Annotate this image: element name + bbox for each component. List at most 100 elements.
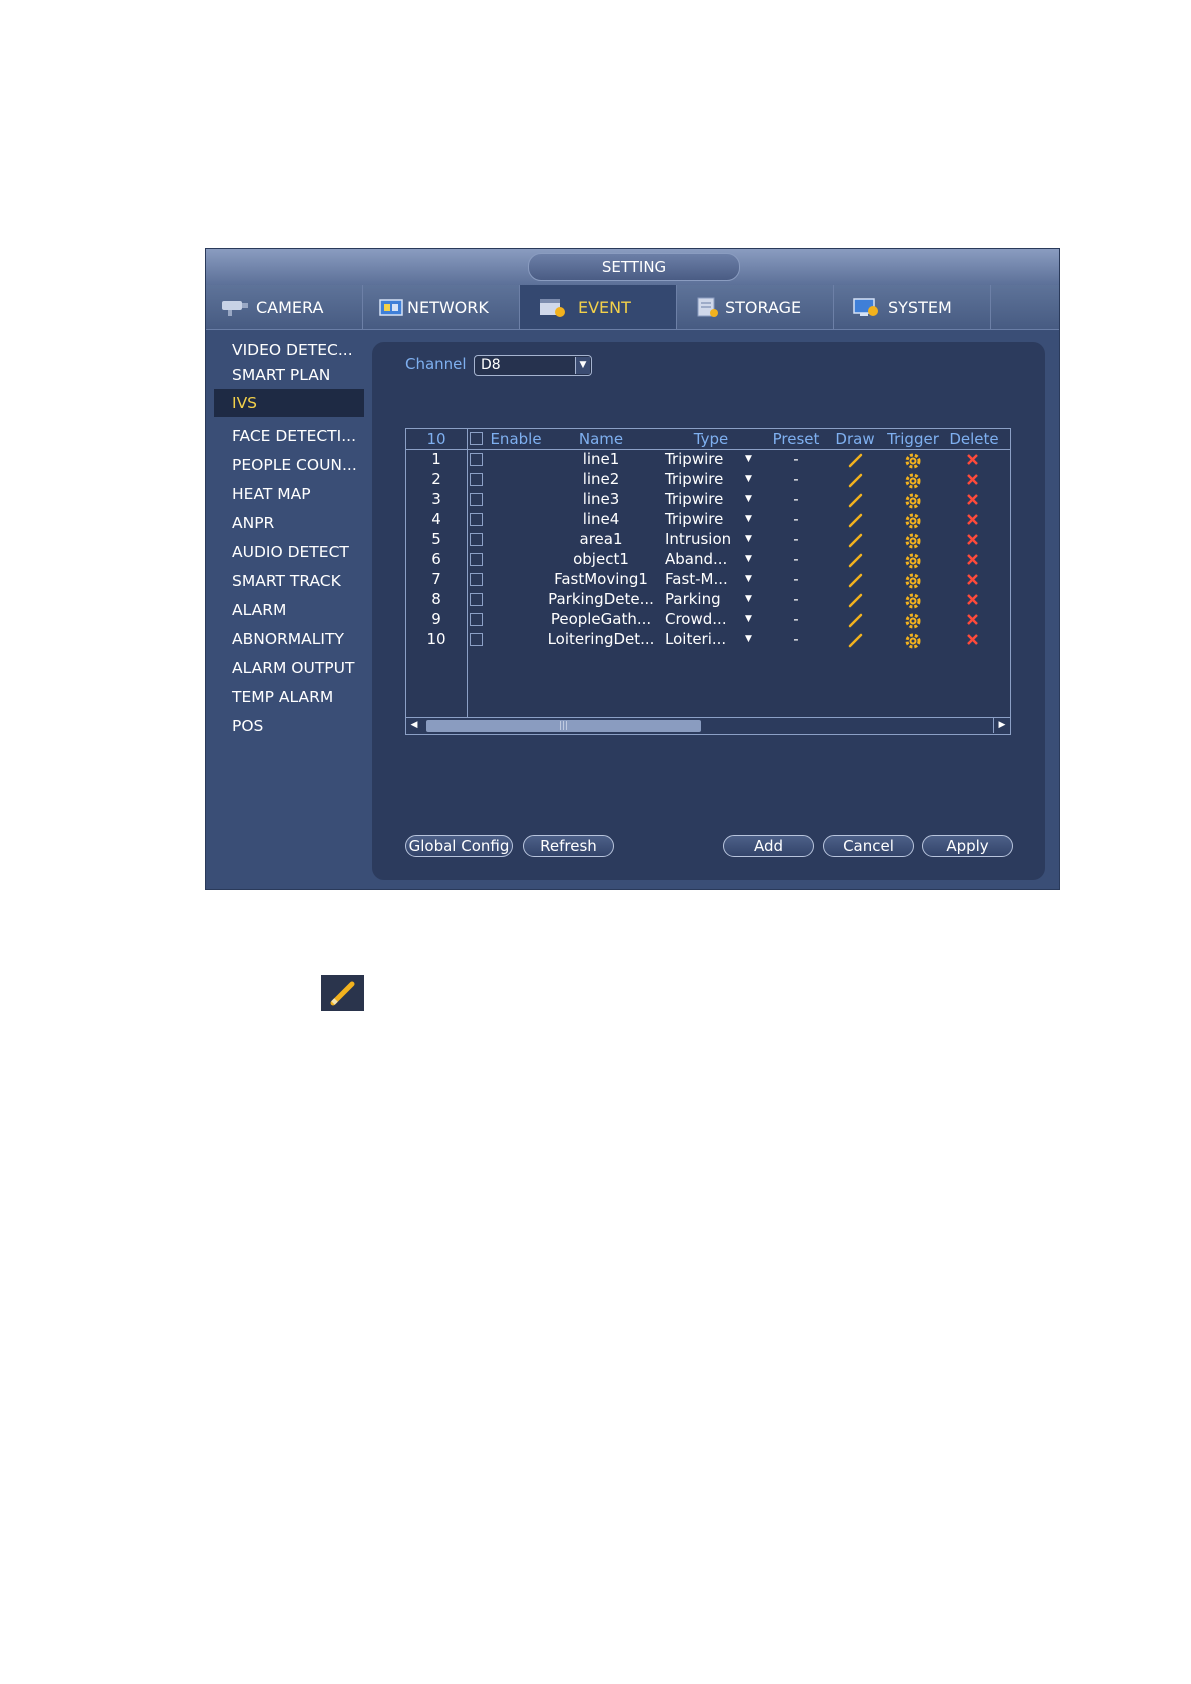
draw-pencil-icon[interactable] bbox=[846, 631, 864, 649]
sidebar-item-pos[interactable]: POS bbox=[214, 712, 364, 740]
trigger-gear-icon[interactable] bbox=[904, 631, 922, 649]
table-row[interactable]: 1 line1 Tripwire ▼ - bbox=[406, 450, 1010, 470]
sidebar-item-audio-detect[interactable]: AUDIO DETECT bbox=[214, 538, 364, 566]
draw-pencil-icon[interactable] bbox=[846, 511, 864, 529]
channel-select[interactable]: D8 ▼ bbox=[474, 355, 592, 376]
trigger-gear-icon[interactable] bbox=[904, 471, 922, 489]
trigger-gear-icon[interactable] bbox=[904, 591, 922, 609]
chevron-down-icon[interactable]: ▼ bbox=[575, 357, 590, 374]
header-delete: Delete bbox=[949, 430, 999, 448]
delete-close-icon[interactable] bbox=[964, 511, 982, 529]
scroll-left-icon[interactable]: ◀ bbox=[406, 718, 422, 733]
delete-close-icon[interactable] bbox=[964, 551, 982, 569]
scroll-right-icon[interactable]: ▶ bbox=[993, 718, 1010, 733]
sidebar-item-face-detect[interactable]: FACE DETECTI... bbox=[214, 422, 364, 450]
type-dropdown-icon[interactable]: ▼ bbox=[745, 474, 752, 484]
type-dropdown-icon[interactable]: ▼ bbox=[745, 514, 752, 524]
sidebar-item-temp-alarm[interactable]: TEMP ALARM bbox=[214, 683, 364, 711]
add-button[interactable]: Add bbox=[723, 835, 814, 857]
delete-close-icon[interactable] bbox=[964, 571, 982, 589]
trigger-gear-icon[interactable] bbox=[904, 571, 922, 589]
type-dropdown-icon[interactable]: ▼ bbox=[745, 454, 752, 464]
type-dropdown-icon[interactable]: ▼ bbox=[745, 534, 752, 544]
sidebar-item-video-detect[interactable]: VIDEO DETEC... bbox=[214, 336, 364, 364]
delete-close-icon[interactable] bbox=[964, 611, 982, 629]
tab-storage[interactable]: STORAGE bbox=[677, 285, 834, 329]
sidebar-item-heat-map[interactable]: HEAT MAP bbox=[214, 480, 364, 508]
draw-pencil-icon[interactable] bbox=[846, 491, 864, 509]
delete-close-icon[interactable] bbox=[964, 471, 982, 489]
table-row[interactable]: 4 line4 Tripwire ▼ - bbox=[406, 510, 1010, 530]
preset-value: - bbox=[793, 470, 799, 488]
tab-camera[interactable]: CAMERA bbox=[206, 285, 363, 329]
sidebar-item-people-count[interactable]: PEOPLE COUN... bbox=[214, 451, 364, 479]
enable-checkbox[interactable] bbox=[470, 453, 483, 466]
sidebar-item-alarm-output[interactable]: ALARM OUTPUT bbox=[214, 654, 364, 682]
type-dropdown-icon[interactable]: ▼ bbox=[745, 614, 752, 624]
draw-pencil-icon[interactable] bbox=[846, 471, 864, 489]
enable-checkbox[interactable] bbox=[470, 593, 483, 606]
select-all-checkbox[interactable] bbox=[470, 432, 483, 445]
header-type: Type bbox=[693, 430, 729, 448]
row-number: 1 bbox=[431, 450, 441, 468]
enable-checkbox[interactable] bbox=[470, 513, 483, 526]
trigger-gear-icon[interactable] bbox=[904, 491, 922, 509]
table-row[interactable]: 6 object1 Aband... ▼ - bbox=[406, 550, 1010, 570]
enable-checkbox[interactable] bbox=[470, 613, 483, 626]
delete-close-icon[interactable] bbox=[964, 591, 982, 609]
table-row[interactable]: 9 PeopleGath... Crowd... ▼ - bbox=[406, 610, 1010, 630]
trigger-gear-icon[interactable] bbox=[904, 551, 922, 569]
sidebar-item-abnormality[interactable]: ABNORMALITY bbox=[214, 625, 364, 653]
sidebar-item-smart-track[interactable]: SMART TRACK bbox=[214, 567, 364, 595]
scrollbar-thumb[interactable]: ||| bbox=[426, 720, 701, 732]
type-dropdown-icon[interactable]: ▼ bbox=[745, 574, 752, 584]
draw-pencil-icon[interactable] bbox=[846, 591, 864, 609]
row-number: 2 bbox=[431, 470, 441, 488]
table-row[interactable]: 3 line3 Tripwire ▼ - bbox=[406, 490, 1010, 510]
table-row[interactable]: 10 LoiteringDet... Loiteri... ▼ - bbox=[406, 630, 1010, 650]
horizontal-scrollbar[interactable]: ◀ ||| ▶ bbox=[406, 717, 1010, 734]
row-number: 3 bbox=[431, 490, 441, 508]
delete-close-icon[interactable] bbox=[964, 631, 982, 649]
global-config-button[interactable]: Global Config bbox=[405, 835, 513, 857]
delete-close-icon[interactable] bbox=[964, 531, 982, 549]
sidebar-item-ivs[interactable]: IVS bbox=[214, 389, 364, 417]
delete-close-icon[interactable] bbox=[964, 491, 982, 509]
draw-pencil-icon[interactable] bbox=[846, 531, 864, 549]
enable-checkbox[interactable] bbox=[470, 633, 483, 646]
table-row[interactable]: 8 ParkingDete... Parking ▼ - bbox=[406, 590, 1010, 610]
tab-system[interactable]: SYSTEM bbox=[834, 285, 991, 329]
type-dropdown-icon[interactable]: ▼ bbox=[745, 554, 752, 564]
enable-checkbox[interactable] bbox=[470, 573, 483, 586]
apply-button[interactable]: Apply bbox=[922, 835, 1013, 857]
trigger-gear-icon[interactable] bbox=[904, 611, 922, 629]
sidebar-item-anpr[interactable]: ANPR bbox=[214, 509, 364, 537]
draw-pencil-icon[interactable] bbox=[846, 551, 864, 569]
type-dropdown-icon[interactable]: ▼ bbox=[745, 494, 752, 504]
table-row[interactable]: 5 area1 Intrusion ▼ - bbox=[406, 530, 1010, 550]
tab-event[interactable]: EVENT bbox=[520, 285, 677, 329]
cancel-button[interactable]: Cancel bbox=[823, 835, 914, 857]
draw-pencil-icon[interactable] bbox=[846, 451, 864, 469]
storage-icon bbox=[697, 297, 718, 317]
draw-pencil-icon[interactable] bbox=[846, 611, 864, 629]
enable-checkbox[interactable] bbox=[470, 473, 483, 486]
type-dropdown-icon[interactable]: ▼ bbox=[745, 634, 752, 644]
table-row[interactable]: 7 FastMoving1 Fast-M... ▼ - bbox=[406, 570, 1010, 590]
trigger-gear-icon[interactable] bbox=[904, 531, 922, 549]
sidebar-item-smart-plan[interactable]: SMART PLAN bbox=[214, 361, 364, 389]
type-dropdown-icon[interactable]: ▼ bbox=[745, 594, 752, 604]
enable-checkbox[interactable] bbox=[470, 553, 483, 566]
tab-network[interactable]: NETWORK bbox=[363, 285, 520, 329]
ivs-panel: Channel D8 ▼ 10 Enable Name Type Preset … bbox=[372, 342, 1045, 880]
draw-pencil-icon[interactable] bbox=[846, 571, 864, 589]
sidebar-item-alarm[interactable]: ALARM bbox=[214, 596, 364, 624]
table-row[interactable]: 2 line2 Tripwire ▼ - bbox=[406, 470, 1010, 490]
enable-checkbox[interactable] bbox=[470, 533, 483, 546]
enable-checkbox[interactable] bbox=[470, 493, 483, 506]
row-number: 6 bbox=[431, 550, 441, 568]
trigger-gear-icon[interactable] bbox=[904, 511, 922, 529]
delete-close-icon[interactable] bbox=[964, 451, 982, 469]
trigger-gear-icon[interactable] bbox=[904, 451, 922, 469]
refresh-button[interactable]: Refresh bbox=[523, 835, 614, 857]
